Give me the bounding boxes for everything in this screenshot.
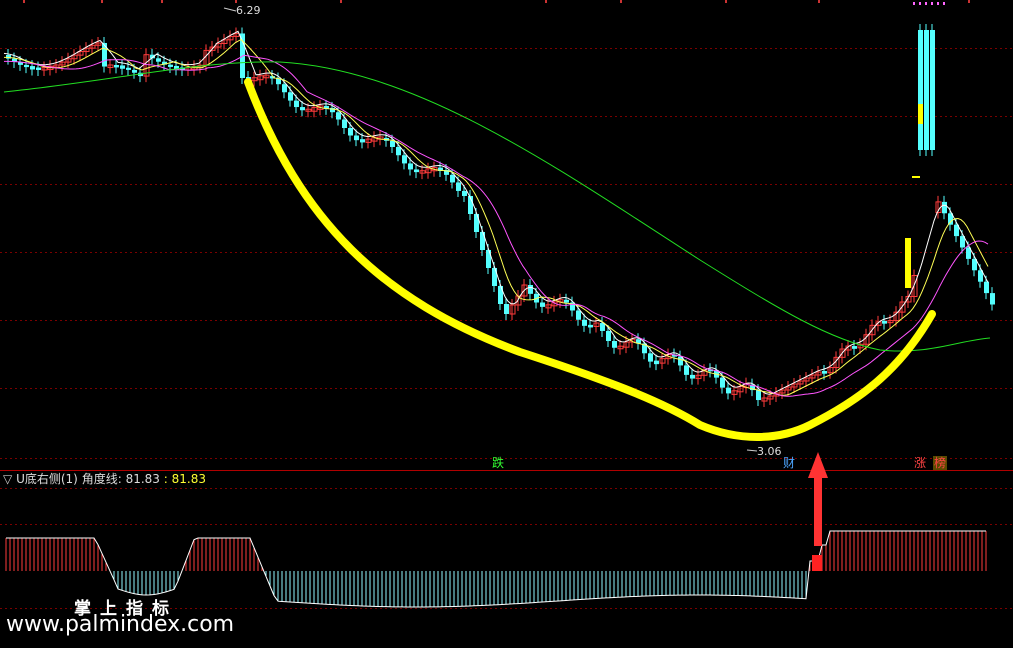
- top-tick-mark: [919, 2, 921, 5]
- limit-up-bar: [905, 238, 911, 288]
- candle-body: [528, 285, 533, 294]
- top-tick-mark: [340, 0, 342, 3]
- top-tick-mark: [620, 0, 622, 3]
- candle-body: [114, 65, 119, 68]
- marker-bang: 榜: [933, 456, 948, 470]
- candle-body: [348, 128, 353, 136]
- candle-body: [756, 390, 761, 401]
- candle-body: [456, 182, 461, 191]
- candle-body: [576, 310, 581, 320]
- top-tick-mark: [545, 0, 547, 3]
- signal-block: [812, 555, 822, 571]
- candle-body: [390, 140, 395, 147]
- candle-body: [294, 100, 299, 108]
- candle-body: [354, 135, 359, 141]
- high-pointer: [223, 7, 237, 12]
- candle-body: [126, 67, 131, 70]
- candle-body: [822, 371, 827, 374]
- candle-body: [402, 155, 407, 164]
- candle-body: [300, 107, 305, 111]
- top-tick-mark: [23, 0, 25, 3]
- candle-body: [156, 58, 161, 62]
- limit-up-bar: [918, 104, 923, 124]
- candle-body: [540, 302, 545, 307]
- candle-body: [342, 119, 347, 129]
- candle-body: [288, 92, 293, 101]
- candle-body: [726, 387, 731, 394]
- candle-body: [36, 67, 41, 70]
- collapse-triangle-icon[interactable]: ▽: [3, 472, 12, 486]
- candle-body: [918, 30, 923, 150]
- candle-body: [612, 341, 617, 348]
- candle-body: [414, 169, 419, 173]
- candle-body: [120, 65, 125, 69]
- buy-signal-arrow: [808, 452, 828, 546]
- marker-cai: 财: [783, 456, 796, 470]
- candle-body: [984, 281, 989, 294]
- candle-body: [282, 84, 287, 93]
- candle-body: [24, 64, 29, 68]
- angle-line-label: 角度线:: [81, 472, 122, 486]
- candle-body: [498, 286, 503, 304]
- candle-body: [168, 64, 173, 67]
- top-tick-mark: [725, 0, 727, 3]
- top-tick-mark: [931, 2, 933, 5]
- candle-body: [990, 293, 995, 305]
- candle-body: [654, 360, 659, 365]
- stock-chart: [0, 0, 1013, 609]
- candle-body: [930, 30, 935, 150]
- candle-body: [564, 299, 569, 303]
- candle-body: [30, 66, 35, 70]
- high-price-label: 6.29: [236, 4, 261, 17]
- candle-body: [582, 319, 587, 326]
- watermark-url: www.palmindex.com: [6, 612, 235, 637]
- candle-body: [360, 139, 365, 143]
- candle-body: [882, 320, 887, 324]
- candle-body: [588, 324, 593, 328]
- angle-value-highlight: : 81.83: [163, 472, 206, 486]
- candle-body: [648, 353, 653, 362]
- top-tick-mark: [913, 2, 915, 5]
- candle-body: [600, 323, 605, 331]
- candle-body: [606, 330, 611, 342]
- marker-zhang: 涨: [914, 456, 927, 470]
- top-tick-mark: [235, 0, 237, 3]
- low-pointer: [746, 449, 758, 452]
- candle-body: [684, 365, 689, 375]
- candle-body: [942, 201, 947, 214]
- candle-body: [852, 346, 857, 349]
- candle-body: [690, 374, 695, 379]
- candle-body: [132, 69, 137, 73]
- indicator-name: U底右侧(1): [16, 472, 78, 486]
- candle-body: [462, 190, 467, 196]
- ma-long-line: [3, 61, 991, 352]
- candle-body: [450, 174, 455, 183]
- top-tick-mark: [925, 2, 927, 5]
- candle-body: [408, 163, 413, 170]
- candle-body: [336, 112, 341, 120]
- indicator-title: ▽ U底右侧(1) 角度线: 81.83 : 81.83: [3, 473, 206, 486]
- top-tick-mark: [968, 0, 970, 3]
- top-tick-mark: [943, 2, 945, 5]
- candle-body: [396, 146, 401, 156]
- marker-die: 跌: [492, 456, 505, 470]
- low-price-label: 3.06: [757, 445, 782, 458]
- top-tick-mark: [161, 0, 163, 3]
- top-tick-mark: [937, 2, 939, 5]
- candle-body: [720, 377, 725, 388]
- top-tick-mark: [101, 0, 103, 3]
- candle-body: [924, 30, 929, 150]
- top-tick-mark: [818, 0, 820, 3]
- angle-value: 81.83: [125, 472, 160, 486]
- candle-body: [504, 304, 509, 314]
